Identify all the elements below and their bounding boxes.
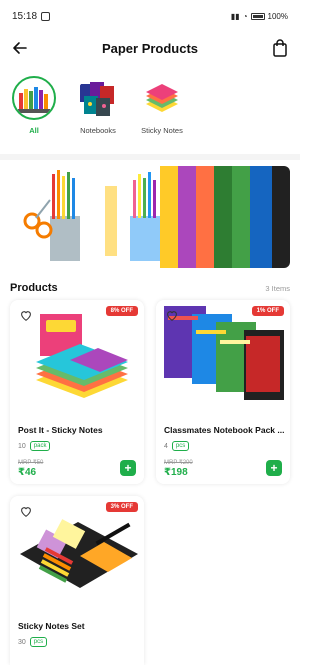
- products-title: Products: [10, 282, 58, 294]
- quantity-value: 10: [18, 442, 26, 450]
- category-sticky-notes-image: [140, 76, 184, 120]
- add-to-cart-button[interactable]: +: [120, 460, 136, 476]
- product-card[interactable]: 3% OFF Sticky Notes Set 30 pcs: [10, 496, 144, 665]
- products-header: Products 3 Items: [10, 280, 290, 296]
- category-notebooks-label: Notebooks: [80, 126, 116, 135]
- product-quantity: 10 pack: [18, 441, 51, 451]
- category-list: All Notebooks Sticky Notes: [0, 76, 300, 146]
- cart-button[interactable]: [270, 38, 290, 58]
- add-to-cart-button[interactable]: +: [266, 460, 282, 476]
- product-quantity: 4 pcs: [164, 441, 190, 451]
- discount-badge: 3% OFF: [105, 502, 138, 512]
- page-title: Paper Products: [101, 40, 199, 56]
- category-sticky-notes[interactable]: Sticky Notes: [138, 76, 186, 146]
- category-sticky-notes-label: Sticky Notes: [141, 126, 183, 135]
- heart-icon[interactable]: [19, 308, 33, 322]
- wifi-icon: ◔: [242, 11, 248, 21]
- discount-badge: 8% OFF: [105, 306, 138, 316]
- quantity-value: 30: [18, 638, 26, 646]
- status-bar: 15:18 ▮▮ ◔ 100%: [0, 0, 300, 32]
- category-notebooks-image: [76, 76, 120, 120]
- category-notebooks[interactable]: Notebooks: [74, 76, 122, 146]
- heart-icon[interactable]: [165, 308, 179, 322]
- plus-icon: +: [270, 461, 278, 475]
- product-name: Post It - Sticky Notes: [18, 425, 103, 435]
- product-name: Sticky Notes Set: [18, 621, 85, 631]
- unit-badge: pcs: [171, 441, 190, 451]
- category-all-image: [12, 76, 56, 120]
- product-mrp: MRP ₹200: [164, 460, 193, 466]
- category-all[interactable]: All: [10, 76, 58, 146]
- section-divider: [0, 154, 300, 160]
- product-mrp: MRP ₹50: [18, 460, 44, 466]
- discount-badge: 1% OFF: [251, 306, 284, 316]
- product-card[interactable]: 8% OFF Post It - Sticky Notes 10 pack MR…: [10, 300, 144, 484]
- plus-icon: +: [124, 461, 132, 475]
- product-card[interactable]: 1% OFF Classmates Notebook Pack ... 4 pc…: [156, 300, 290, 484]
- product-price: ₹198: [164, 467, 188, 478]
- back-arrow-icon: [13, 42, 27, 54]
- heart-icon[interactable]: [19, 504, 33, 518]
- battery-icon: [250, 12, 265, 20]
- status-left: 15:18: [12, 10, 51, 22]
- shopping-bag-icon: [273, 39, 287, 57]
- app-header: Paper Products: [0, 32, 300, 64]
- signal-icon: ▮▮: [230, 11, 240, 21]
- products-count: 3 Items: [265, 283, 290, 293]
- stationery-banner-image: [10, 166, 290, 268]
- product-price: ₹46: [18, 467, 37, 478]
- promo-banner[interactable]: [10, 166, 290, 268]
- battery-percent: 100%: [267, 11, 288, 21]
- unit-badge: pack: [29, 441, 51, 451]
- category-all-label: All: [29, 126, 39, 135]
- back-button[interactable]: [10, 38, 30, 58]
- product-name: Classmates Notebook Pack ...: [164, 425, 285, 435]
- product-quantity: 30 pcs: [18, 637, 48, 647]
- unit-badge: pcs: [29, 637, 48, 647]
- notification-icon: [41, 11, 51, 21]
- status-right: ▮▮ ◔ 100%: [231, 12, 288, 21]
- status-time: 15:18: [12, 10, 38, 22]
- quantity-value: 4: [164, 442, 168, 450]
